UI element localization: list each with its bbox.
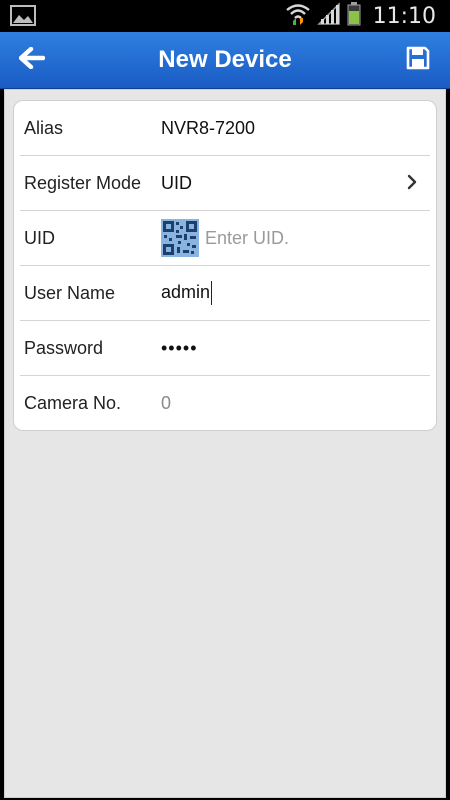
action-bar: New Device <box>0 32 450 89</box>
register-mode-value[interactable]: UID <box>161 173 192 194</box>
wifi-icon <box>285 2 311 31</box>
text-cursor <box>211 281 213 305</box>
status-time: 11:10 <box>372 3 436 29</box>
uid-row[interactable]: UID Enter UID. <box>20 211 430 266</box>
status-bar: 11:10 <box>0 0 450 32</box>
content-area: Alias NVR8-7200 Register Mode UID UID En… <box>4 89 446 798</box>
screen: 11:10 New Device Alias NVR8-7200 Registe… <box>0 0 450 800</box>
user-name-value: admin <box>161 281 211 302</box>
camera-no-input[interactable]: 0 <box>161 393 171 414</box>
password-label: Password <box>24 337 104 358</box>
password-row[interactable]: Password ••••• <box>20 321 430 376</box>
image-notification-icon <box>10 5 36 26</box>
user-name-label: User Name <box>24 282 116 303</box>
camera-no-row[interactable]: Camera No. 0 <box>20 376 430 430</box>
uid-input[interactable]: Enter UID. <box>205 228 289 249</box>
register-mode-row[interactable]: Register Mode UID <box>20 156 430 211</box>
battery-icon <box>347 1 361 31</box>
save-disk-icon <box>406 46 430 75</box>
page-title: New Device <box>158 46 292 73</box>
alias-label: Alias <box>24 117 64 138</box>
device-form: Alias NVR8-7200 Register Mode UID UID En… <box>13 100 437 431</box>
camera-no-label: Camera No. <box>24 392 122 413</box>
status-icons: 11:10 <box>285 0 436 32</box>
alias-input[interactable]: NVR8-7200 <box>161 118 255 139</box>
uid-label: UID <box>24 227 55 248</box>
signal-icon <box>316 1 341 31</box>
register-mode-label: Register Mode <box>24 172 142 193</box>
alias-row[interactable]: Alias NVR8-7200 <box>20 101 430 156</box>
qr-scan-icon[interactable] <box>161 219 199 257</box>
save-button[interactable] <box>398 42 438 78</box>
user-name-input[interactable]: admin <box>161 281 213 305</box>
chevron-right-icon <box>406 173 418 196</box>
password-input[interactable]: ••••• <box>161 338 198 359</box>
user-name-row[interactable]: User Name admin <box>20 266 430 321</box>
